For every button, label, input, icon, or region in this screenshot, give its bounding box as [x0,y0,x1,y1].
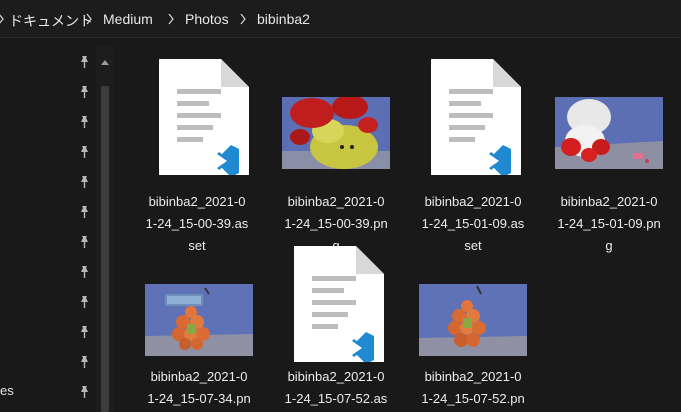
file-thumbnail[interactable] [411,246,535,370]
image-thumbnail [419,284,527,356]
pin-icon[interactable] [76,204,92,220]
pin-icon[interactable] [76,54,92,70]
chevron-right-icon[interactable] [84,11,94,27]
image-thumbnail [555,97,663,169]
file-name: bibinba2_2021-0 1-24_15-01-09.pn g [557,194,661,253]
pin-icon[interactable] [76,384,92,400]
image-thumbnail [145,284,253,356]
vscode-document-icon [294,246,384,362]
pin-icon[interactable] [76,114,92,130]
file-thumbnail[interactable] [137,246,261,370]
pin-icon[interactable] [76,234,92,250]
vscode-document-icon [159,59,249,175]
breadcrumb-medium[interactable]: Medium [103,11,153,27]
pin-icon[interactable] [76,84,92,100]
file-thumbnail[interactable] [274,246,398,370]
vscode-document-icon [431,59,521,175]
image-thumbnail [282,97,390,169]
pin-icon[interactable] [76,174,92,190]
file-thumbnail[interactable] [547,53,671,177]
breadcrumb-bibinba2[interactable]: bibinba2 [257,11,310,27]
address-bar[interactable]: ドキュメント Medium Photos bibinba2 [0,0,681,38]
file-list: bibinba2_2021-0 1-24_15-00-39.as set bib… [118,39,681,412]
scroll-up-icon[interactable] [101,60,109,65]
scrollbar-thumb[interactable] [101,86,109,412]
file-thumbnail[interactable] [135,53,259,177]
file-name: bibinba2_2021-0 1-24_15-07-52.as [284,369,388,406]
pin-icon[interactable] [76,354,92,370]
pin-icon[interactable] [76,294,92,310]
chevron-right-icon[interactable] [166,11,176,27]
chevron-right-icon[interactable] [238,11,248,27]
chevron-right-icon[interactable] [0,11,6,27]
breadcrumb-photos[interactable]: Photos [185,11,229,27]
nav-item-label[interactable]: es [0,383,14,398]
breadcrumb-documents[interactable]: ドキュメント [9,11,93,31]
pin-icon[interactable] [76,264,92,280]
file-thumbnail[interactable] [274,53,398,177]
pin-icon[interactable] [76,144,92,160]
nav-scrollbar[interactable] [96,46,114,412]
file-name: bibinba2_2021-0 1-24_15-07-52.pn [421,369,525,406]
pin-icon[interactable] [76,324,92,340]
file-thumbnail[interactable] [411,53,535,177]
file-name: bibinba2_2021-0 1-24_15-07-34.pn [147,369,251,406]
